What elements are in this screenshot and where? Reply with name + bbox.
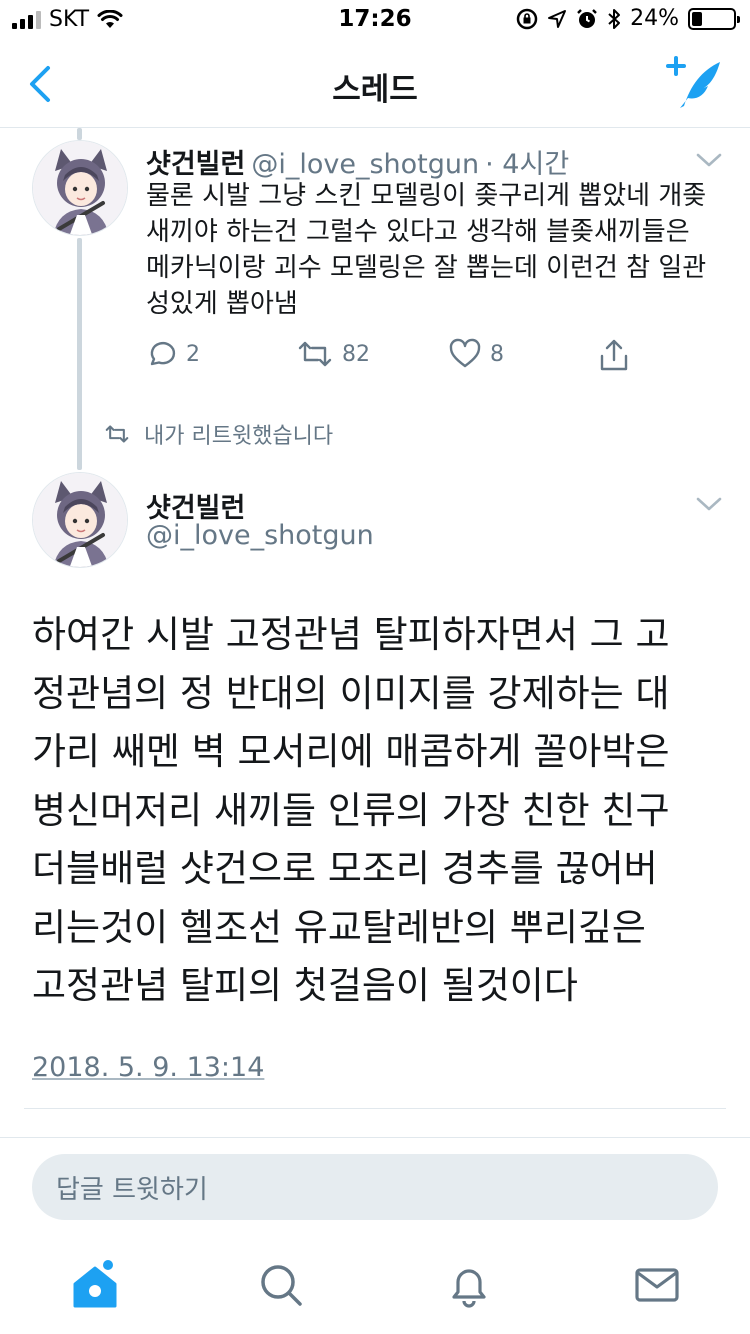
reply-button[interactable]: 2 (146, 338, 200, 370)
tweet-text-line: 성있게 뽑아냄 (146, 289, 298, 319)
tweet-text-line: 하여간 시발 고정관념 탈피하자면서 그 고 (32, 613, 670, 656)
alarm-icon (577, 8, 597, 28)
thread-connector-top (77, 128, 82, 140)
tweet-text-line: 리는것이 헬조선 유교탈레반의 뿌리깊은 (32, 905, 646, 949)
battery-percent: 24% (630, 6, 679, 31)
tweet-text-line: 더블배럴 샷건으로 모조리 경추를 끊어버 (32, 847, 658, 890)
compose-tweet-icon (666, 56, 720, 108)
tab-home[interactable] (70, 1260, 120, 1310)
focus-tweet-text: 하여간 시발 고정관념 탈피하자면서 그 고 정관념의 정 반대의 이미지를 강… (32, 606, 722, 1016)
chevron-down-icon[interactable] (694, 150, 724, 170)
reply-placeholder: 답글 트윗하기 (56, 1174, 208, 1205)
tweet-text-line: 고정관념 탈피의 첫걸음이 될것이다 (32, 964, 578, 1007)
tweet-text-line: 병신머저리 새끼들 인류의 가장 친한 친구 (32, 788, 670, 832)
divider (24, 1108, 726, 1109)
retweet-notice-label: 내가 리트윗했습니다 (144, 424, 334, 449)
parent-tweet-text: 물론 시발 그냥 스킨 모델링이 좆구리게 뽑았네 개좆 새끼야 하는건 그럴수… (146, 178, 726, 322)
home-icon (73, 1260, 117, 1308)
share-button[interactable] (598, 338, 630, 372)
location-icon (548, 9, 567, 28)
chevron-down-icon[interactable] (694, 494, 724, 514)
battery-icon (688, 7, 740, 30)
retweet-notice: 내가 리트윗했습니다 (104, 418, 333, 450)
thread-connector (77, 238, 82, 470)
search-icon (261, 1265, 302, 1306)
like-button[interactable]: 8 (448, 338, 504, 370)
tweet-time-ago: · 4시간 (485, 149, 570, 180)
avatar-illustration (33, 473, 127, 567)
avatar[interactable] (32, 140, 128, 236)
tweet-timestamp[interactable]: 2018. 5. 9. 13:14 (32, 1052, 264, 1083)
retweet-icon (298, 341, 332, 367)
battery-fill (692, 11, 702, 26)
divider (0, 1137, 750, 1138)
like-count: 8 (490, 341, 504, 367)
page-title: 스레드 (332, 72, 418, 108)
tab-messages[interactable] (632, 1260, 682, 1310)
orientation-lock-icon (516, 8, 538, 29)
tab-search[interactable] (256, 1260, 306, 1310)
author-name[interactable]: 샷건빌런 (146, 142, 245, 181)
tweet-text-line: 새끼야 하는건 그럴수 있다고 생각해 블좆새끼들은 (146, 217, 690, 247)
avatar-illustration (33, 141, 127, 235)
tweet-text-line: 정관념의 정 반대의 이미지를 강제하는 대 (32, 671, 670, 715)
reply-input[interactable]: 답글 트윗하기 (32, 1154, 718, 1220)
author-handle[interactable]: @i_love_shotgun (251, 149, 479, 180)
bell-icon (452, 1269, 486, 1308)
avatar[interactable] (32, 472, 128, 568)
reply-icon (150, 341, 176, 366)
parent-tweet-header: 샷건빌런 @i_love_shotgun · 4시간 (146, 142, 569, 181)
mail-icon (635, 1268, 679, 1302)
status-bar: SKT 17:26 24% (0, 0, 750, 40)
tweet-text-line: 가리 쌔멘 벽 모서리에 매콤하게 꼴아박은 (32, 730, 670, 773)
author-handle[interactable]: @i_love_shotgun (146, 520, 374, 551)
share-icon (600, 339, 628, 371)
tweet-actions: 2 82 8 (146, 338, 646, 378)
tab-bar (0, 1236, 750, 1334)
retweet-button[interactable]: 82 (296, 338, 370, 370)
reply-count: 2 (186, 341, 200, 367)
tweet-text-line: 메카닉이랑 괴수 모델링은 잘 뽑는데 이런건 참 일관 (146, 253, 707, 283)
navigation-bar: 스레드 (0, 40, 750, 128)
bluetooth-icon (608, 8, 621, 29)
tab-notifications[interactable] (444, 1260, 494, 1310)
compose-tweet-button[interactable] (666, 56, 724, 112)
retweet-count: 82 (342, 341, 370, 367)
retweet-icon (105, 425, 129, 443)
heart-icon (449, 338, 481, 368)
tweet-text-line: 물론 시발 그냥 스킨 모델링이 좆구리게 뽑았네 개좆 (146, 181, 707, 211)
status-right: 24% (516, 6, 740, 31)
